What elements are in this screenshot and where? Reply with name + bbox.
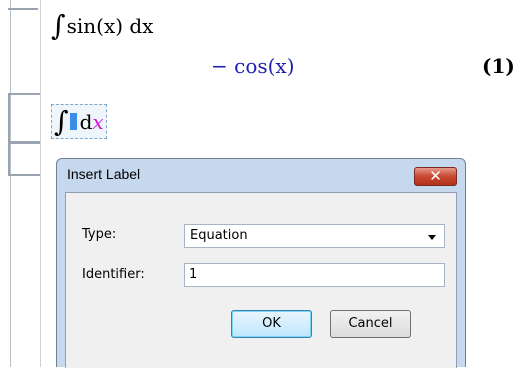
dialog-title: Insert Label <box>67 166 141 182</box>
type-label: Type: <box>82 227 117 242</box>
placeholder-cursor[interactable] <box>69 113 77 130</box>
insert-label-dialog: Insert Label ✕ Type: Equation Identifier… <box>56 158 466 368</box>
identifier-input[interactable]: 1 <box>184 263 445 287</box>
equation-label: (1) <box>482 54 515 78</box>
type-selected-value: Equation <box>190 228 248 243</box>
integrand-text: sin(x) dx <box>66 14 154 38</box>
math-input-integral-sin[interactable]: ∫ sin(x) dx <box>51 9 154 42</box>
execution-group-bracket[interactable] <box>8 142 40 176</box>
math-input-integral-template[interactable]: ∫ d x <box>51 104 107 139</box>
dialog-client-area: Type: Equation Identifier: 1 OK Cancel <box>65 192 457 368</box>
execution-group-bracket[interactable] <box>8 8 38 94</box>
execution-group-bracket[interactable] <box>8 93 40 143</box>
math-output: − cos(x) <box>211 54 295 78</box>
chevron-down-icon <box>428 235 436 240</box>
dialog-titlebar[interactable]: Insert Label ✕ <box>57 159 465 189</box>
close-button[interactable]: ✕ <box>414 167 457 186</box>
cancel-button[interactable]: Cancel <box>330 310 411 338</box>
differential-variable: x <box>92 109 104 134</box>
identifier-label: Identifier: <box>82 267 145 282</box>
type-dropdown[interactable]: Equation <box>184 224 445 248</box>
worksheet-gutter <box>0 0 41 367</box>
ok-button[interactable]: OK <box>231 310 312 338</box>
identifier-value: 1 <box>189 267 198 282</box>
differential-d: d <box>79 109 93 134</box>
integral-sign: ∫ <box>51 9 66 42</box>
integral-sign: ∫ <box>54 105 69 138</box>
close-icon: ✕ <box>429 167 442 185</box>
